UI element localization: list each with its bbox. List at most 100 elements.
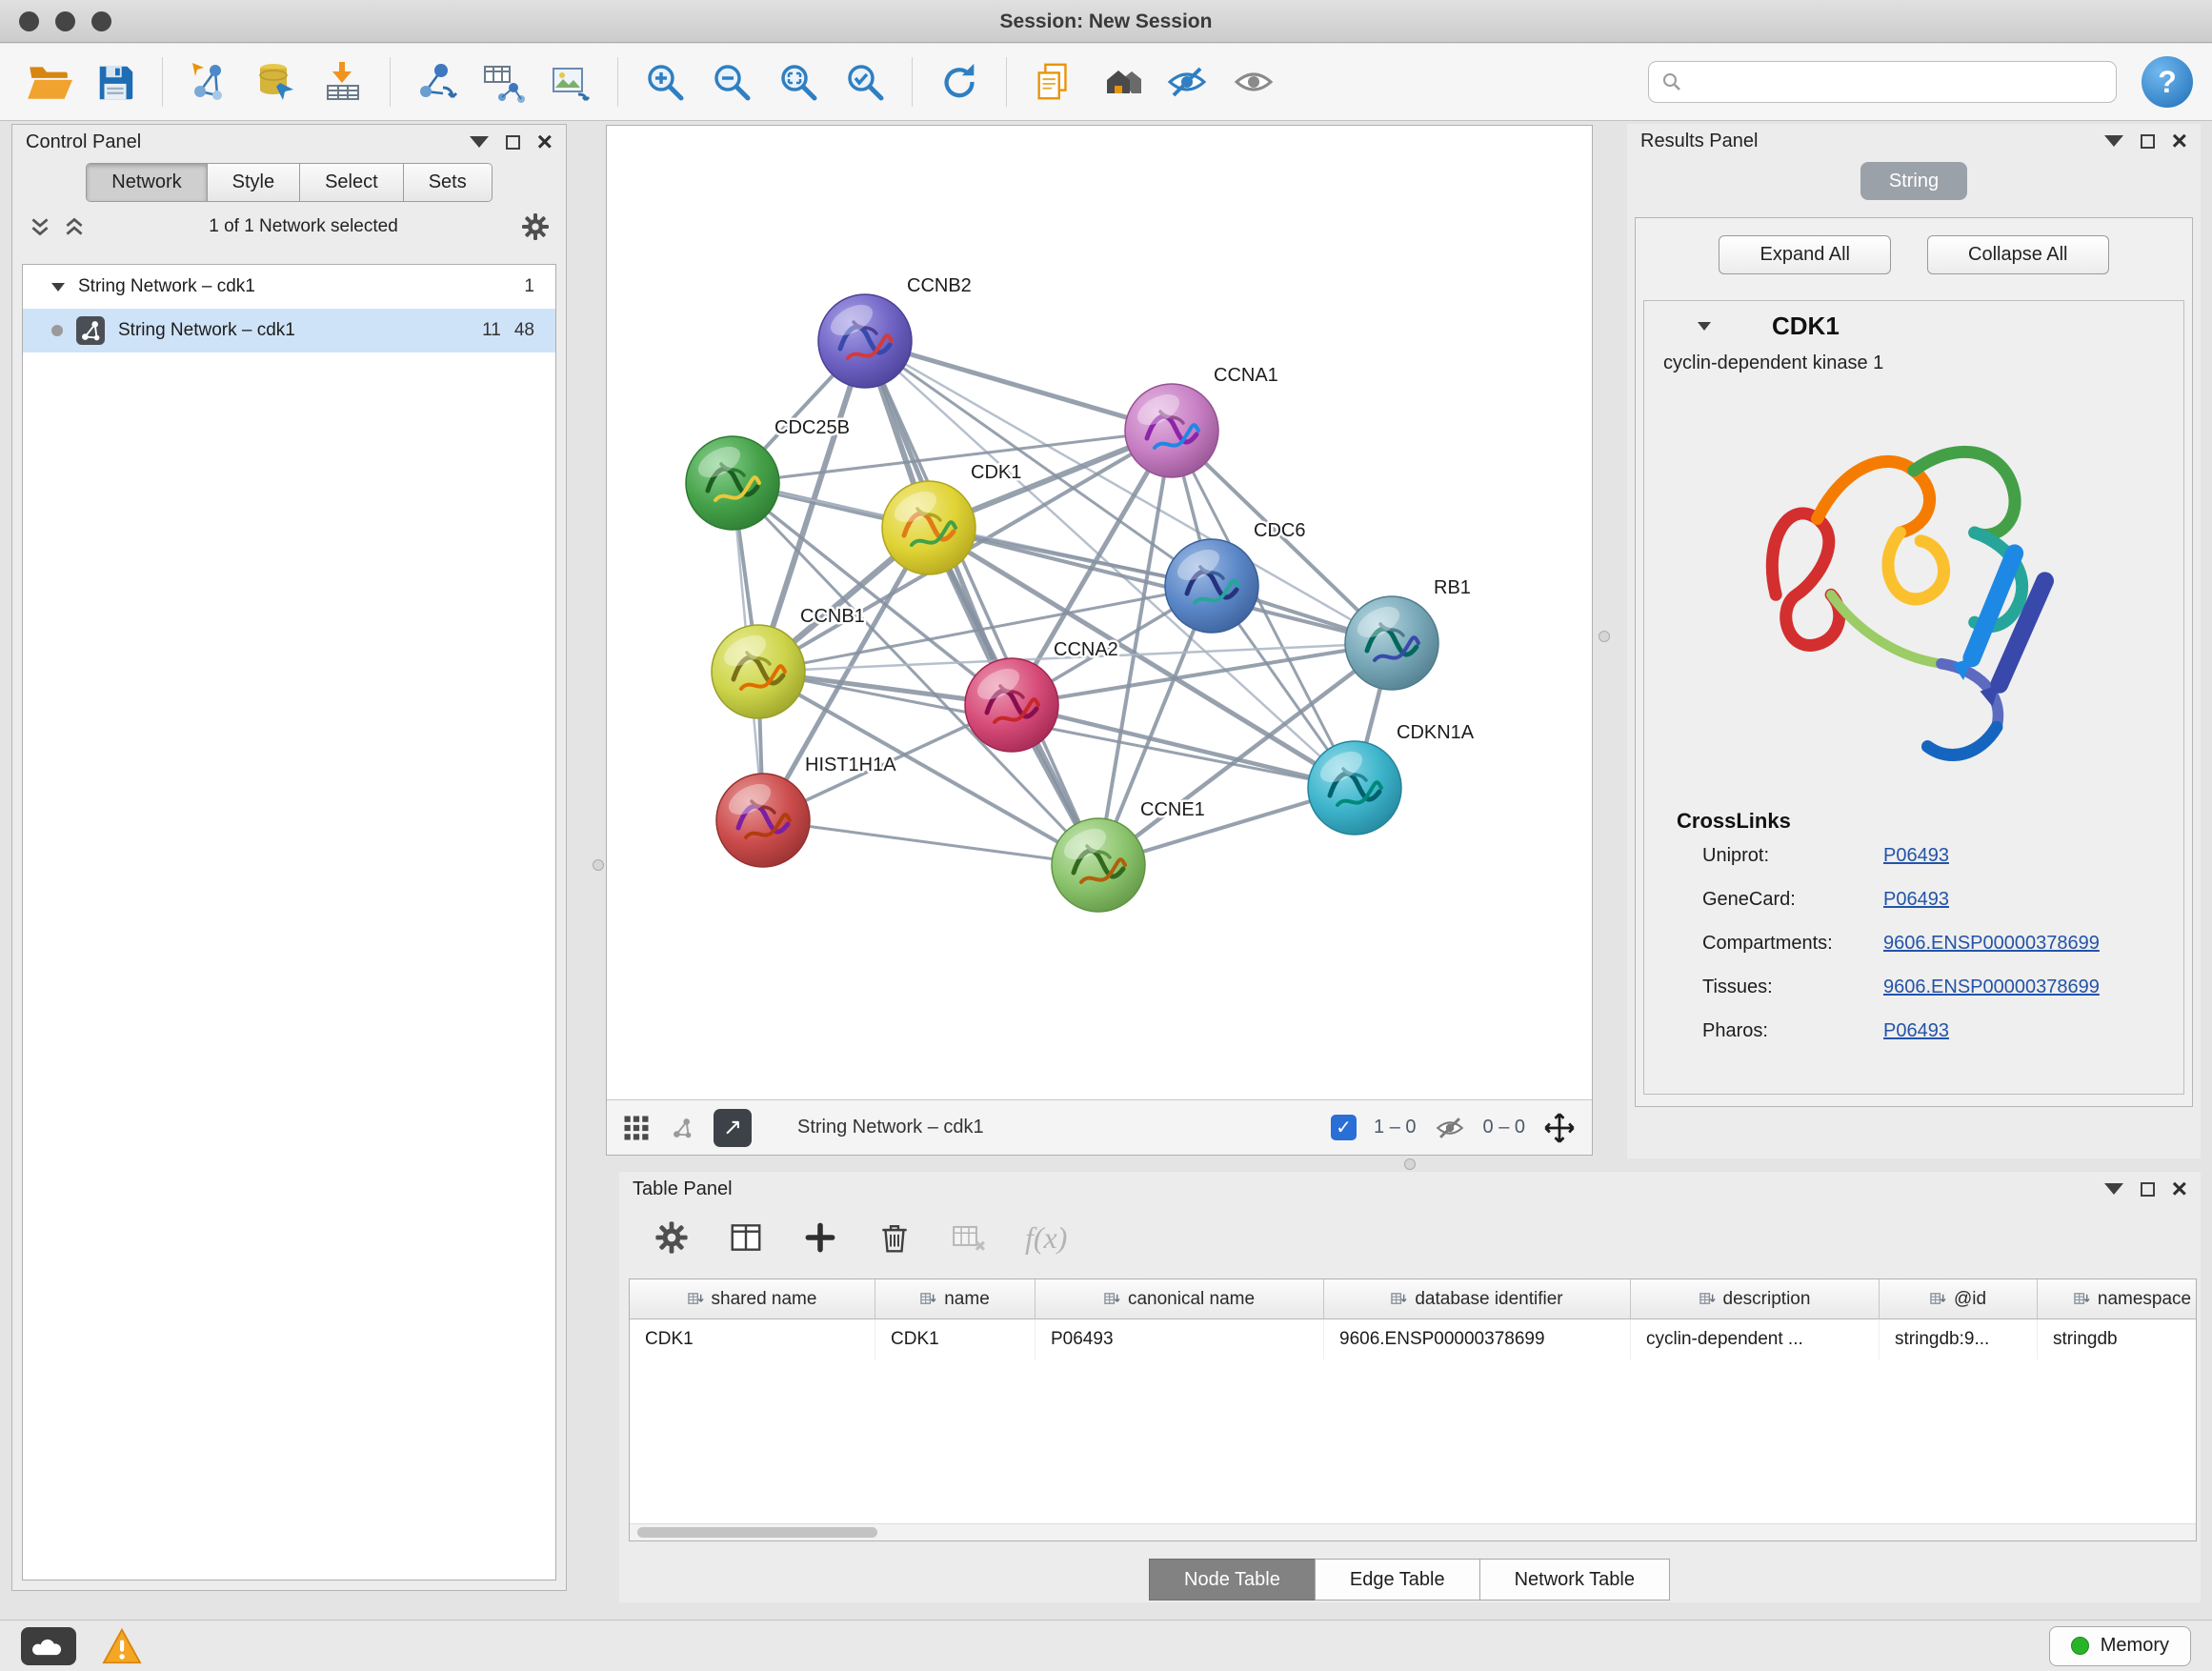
network-edge[interactable] (865, 341, 1172, 431)
close-panel-icon[interactable]: × (537, 132, 553, 151)
show-all-button[interactable] (1224, 52, 1283, 111)
crosslink-link[interactable]: P06493 (1883, 889, 1949, 911)
copy-button[interactable] (1024, 52, 1083, 111)
table-row[interactable]: CDK1CDK1P064939606.ENSP00000378699cyclin… (630, 1319, 2196, 1359)
float-panel-icon[interactable] (506, 135, 520, 150)
open-in-window-button[interactable]: ↗ (714, 1109, 752, 1147)
table-cell[interactable]: CDK1 (630, 1319, 875, 1359)
table-horizontal-scrollbar[interactable] (630, 1523, 2196, 1540)
hidden-eye-icon[interactable] (1434, 1112, 1466, 1144)
crosslink-link[interactable]: P06493 (1883, 845, 1949, 867)
import-network-from-database-button[interactable] (247, 52, 306, 111)
collapse-all-icon[interactable] (28, 214, 52, 239)
close-window-button[interactable] (19, 11, 39, 31)
zoom-in-button[interactable] (635, 52, 694, 111)
network-node-cdk1[interactable] (882, 481, 975, 574)
network-node-cdc6[interactable] (1165, 539, 1258, 633)
table-cell[interactable]: 9606.ENSP00000378699 (1324, 1319, 1631, 1359)
network-edge[interactable] (763, 820, 1098, 865)
splitter-handle[interactable] (1599, 631, 1610, 642)
tab-string[interactable]: String (1860, 162, 1967, 200)
selected-checkbox-icon[interactable]: ✓ (1331, 1115, 1357, 1140)
gear-icon[interactable] (520, 211, 551, 242)
grid-view-icon[interactable] (622, 1114, 651, 1142)
crosslink-link[interactable]: 9606.ENSP00000378699 (1883, 933, 2100, 955)
panel-menu-icon[interactable] (470, 136, 489, 148)
tab-sets[interactable]: Sets (404, 164, 492, 201)
table-cell[interactable]: CDK1 (875, 1319, 1036, 1359)
network-row-selected[interactable]: String Network – cdk1 11 48 (23, 309, 555, 352)
network-overview-icon[interactable] (668, 1114, 696, 1142)
column-header-canonical-name[interactable]: canonical name (1036, 1279, 1324, 1319)
column-header-description[interactable]: description (1631, 1279, 1880, 1319)
collapse-section-icon[interactable] (1698, 322, 1711, 331)
show-column-icon[interactable] (728, 1219, 764, 1256)
create-column-plus-icon[interactable] (802, 1219, 838, 1256)
table-cell[interactable]: stringdb (2038, 1319, 2197, 1359)
open-session-button[interactable] (19, 52, 78, 111)
network-node-rb1[interactable] (1345, 596, 1438, 690)
cloud-button[interactable] (21, 1627, 76, 1665)
table-tab-network-table[interactable]: Network Table (1479, 1559, 1670, 1601)
collapse-all-button[interactable]: Collapse All (1927, 235, 2109, 274)
hide-selected-button[interactable] (1157, 52, 1217, 111)
refresh-button[interactable] (930, 52, 989, 111)
network-node-ccna2[interactable] (965, 658, 1058, 752)
zoom-fit-button[interactable] (769, 52, 828, 111)
table-tab-node-table[interactable]: Node Table (1149, 1559, 1316, 1601)
export-network-table-button[interactable] (474, 52, 533, 111)
close-panel-icon[interactable]: × (2172, 1179, 2187, 1198)
table-cell[interactable]: stringdb:9... (1880, 1319, 2038, 1359)
crosslink-link[interactable]: 9606.ENSP00000378699 (1883, 976, 2100, 998)
export-image-button[interactable] (541, 52, 600, 111)
splitter-handle[interactable] (593, 859, 604, 871)
column-header-id[interactable]: @id (1880, 1279, 2038, 1319)
warning-icon[interactable] (101, 1627, 143, 1665)
network-node-hist1h1a[interactable] (716, 774, 810, 867)
expand-all-button[interactable]: Expand All (1719, 235, 1891, 274)
tab-select[interactable]: Select (300, 164, 404, 201)
splitter-handle[interactable] (1404, 1158, 1416, 1170)
table-tab-edge-table[interactable]: Edge Table (1315, 1559, 1480, 1601)
float-panel-icon[interactable] (2141, 1182, 2155, 1197)
network-node-cdkn1a[interactable] (1308, 741, 1401, 835)
scrollbar-thumb[interactable] (637, 1527, 877, 1538)
close-panel-icon[interactable]: × (2172, 131, 2187, 151)
delete-column-trash-icon[interactable] (876, 1219, 913, 1256)
column-header-namespace[interactable]: namespace (2038, 1279, 2197, 1319)
pan-crosshair-icon[interactable] (1542, 1111, 1577, 1145)
zoom-out-button[interactable] (702, 52, 761, 111)
table-settings-gear-icon[interactable] (654, 1219, 690, 1256)
network-node-ccna1[interactable] (1125, 384, 1218, 477)
home-button[interactable] (1091, 52, 1150, 111)
help-button[interactable]: ? (2142, 56, 2193, 108)
memory-button[interactable]: Memory (2049, 1626, 2191, 1666)
column-header-shared-name[interactable]: shared name (630, 1279, 875, 1319)
network-collection-row[interactable]: String Network – cdk1 1 (23, 265, 555, 309)
column-header-name[interactable]: name (875, 1279, 1036, 1319)
clone-network-button[interactable] (408, 52, 467, 111)
minimize-window-button[interactable] (55, 11, 75, 31)
network-edge[interactable] (865, 341, 1098, 865)
network-canvas[interactable]: CCNB2CCNA1CDC25BCDK1CDC6RB1CCNB1CCNA2CDK… (607, 126, 1592, 1099)
network-node-ccne1[interactable] (1052, 818, 1145, 912)
table-cell[interactable]: P06493 (1036, 1319, 1324, 1359)
maximize-window-button[interactable] (91, 11, 111, 31)
save-session-button[interactable] (86, 52, 145, 111)
network-node-ccnb2[interactable] (818, 294, 912, 388)
tab-style[interactable]: Style (208, 164, 300, 201)
import-network-button[interactable] (180, 52, 239, 111)
float-panel-icon[interactable] (2141, 134, 2155, 149)
panel-menu-icon[interactable] (2104, 1183, 2123, 1195)
network-node-cdc25b[interactable] (686, 436, 779, 530)
expand-all-icon[interactable] (62, 214, 87, 239)
column-header-database-identifier[interactable]: database identifier (1324, 1279, 1631, 1319)
tab-network[interactable]: Network (87, 164, 207, 201)
zoom-selected-button[interactable] (835, 52, 895, 111)
import-table-button[interactable] (313, 52, 372, 111)
panel-menu-icon[interactable] (2104, 135, 2123, 147)
search-input[interactable] (1691, 71, 2104, 92)
table-cell[interactable]: cyclin-dependent ... (1631, 1319, 1880, 1359)
tree-expand-icon[interactable] (51, 283, 65, 292)
crosslink-link[interactable]: P06493 (1883, 1020, 1949, 1042)
